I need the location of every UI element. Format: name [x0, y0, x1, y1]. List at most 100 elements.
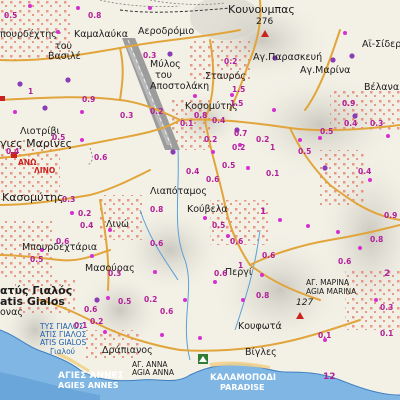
label-aerodromio: Αεροδρόμιο: [138, 26, 195, 37]
distance-label: 0.1: [380, 329, 394, 338]
distance-label: 0.1: [180, 119, 194, 128]
church-icon: [349, 53, 355, 59]
distance-label: 0.2: [256, 135, 270, 144]
distance-label: 0.5: [118, 297, 132, 306]
poi-dot-icon: [374, 298, 378, 302]
distance-label: 0.5: [212, 221, 226, 230]
campsite-icon: [198, 354, 208, 364]
poi-dot-icon: [70, 211, 74, 215]
poi-dot-icon: [272, 108, 276, 112]
distance-label: 0.2: [144, 295, 158, 304]
distance-label: 0.9: [342, 99, 356, 108]
label-agia-marina: AGIA MARINA: [306, 287, 357, 296]
distance-label: 0.3: [108, 269, 122, 278]
label-kasoumitis: Κασομύτης: [2, 191, 64, 204]
beach-label-kalamopodi: ΚΑΛΑΜΟΠΟΔΙ: [210, 373, 277, 383]
church-icon: [65, 77, 71, 83]
poi-dot-icon: [203, 216, 207, 220]
distance-label: 1.5: [232, 85, 246, 94]
poi-dot-icon: [358, 246, 362, 250]
distance-label: 0.6: [84, 305, 98, 314]
label-kouvela: Κούβελα: [187, 204, 228, 215]
poi-dot-icon: [198, 336, 202, 340]
distance-label: 0.5: [4, 11, 18, 20]
label-apostolaki: Αποστολάκη: [150, 81, 210, 92]
poi-dot-icon: [306, 224, 310, 228]
poi-dot-icon: [28, 4, 32, 8]
distance-label: 0.3: [120, 111, 134, 120]
beach-label-agies-annes-latin: AGIES ANNES: [58, 381, 119, 390]
label-velana: Βέλανα: [364, 82, 400, 93]
elevation-127: 127: [296, 298, 314, 308]
label-dramianos: Δράπιανος: [102, 345, 153, 356]
church-icon: [352, 113, 358, 119]
poi-dot-icon: [80, 110, 84, 114]
label-stavros: Σταυρός: [205, 71, 246, 82]
church-icon: [94, 297, 100, 303]
distance-label: 0.7: [234, 129, 248, 138]
poi-dot-icon: [183, 298, 187, 302]
distance-label: 1.5: [230, 99, 244, 108]
distance-label: 0.8: [256, 291, 270, 300]
poi-dot-icon: [246, 166, 250, 170]
distance-label: 0.4: [212, 116, 226, 125]
beach-label-agies-annes: ΑΓΙΕΣ ΑΝΝΕΣ: [58, 371, 124, 381]
distance-label: 0.2: [150, 107, 164, 116]
poi-dot-icon: [193, 94, 197, 98]
label-mylos: Μύλος: [150, 59, 181, 70]
label-ai-sider: Αϊ-Σίδερ: [362, 39, 400, 50]
distance-label: 0.2: [224, 57, 238, 66]
label-lino-2: Λινώ: [106, 219, 129, 230]
label-aliki-gialou: ονας: [0, 307, 23, 318]
distance-label: 0.8: [194, 111, 208, 120]
distance-label: 0.2: [90, 317, 104, 326]
poi-dot-icon: [106, 296, 110, 300]
distance-label: 0.4: [186, 167, 200, 176]
trail-number-2: 2: [384, 269, 391, 279]
distance-label: 1: [238, 261, 244, 270]
distance-label: 0.3: [370, 119, 384, 128]
distance-label: 0.6: [338, 257, 352, 266]
poi-dot-icon: [260, 273, 264, 277]
label-poyrdechtis: πουρδέχτης: [0, 29, 57, 40]
distance-label: 0.8: [150, 205, 164, 214]
church-icon: [322, 165, 328, 171]
distance-label: 0.3: [62, 195, 76, 204]
church-icon: [170, 149, 176, 155]
elevation-kounoumpas: 276: [256, 17, 274, 27]
distance-label: 1: [28, 87, 34, 96]
label-ag-marina-center: ΑΓ. ΜΑΡΙΝΑ: [306, 278, 350, 287]
sea-label-gialos: ATIS GIALOS: [40, 338, 87, 347]
distance-label: 0.4: [80, 221, 94, 230]
church-icon: [17, 81, 23, 87]
poi-dot-icon: [13, 110, 17, 114]
church-icon: [330, 57, 336, 63]
poi-dot-icon: [211, 150, 215, 154]
distance-label: 0.2: [204, 135, 218, 144]
distance-label: 0.2: [78, 209, 92, 218]
distance-label: 0.9: [82, 95, 96, 104]
label-ag-marina-north: Αγ.Μαρίνα: [300, 65, 351, 76]
poi-dot-icon: [343, 31, 347, 35]
distance-label: 0.6: [160, 307, 174, 316]
label-atis-gialos: atis Gialos: [0, 295, 65, 308]
distance-label: 0.4: [6, 147, 20, 156]
distance-label: 0.2: [232, 143, 246, 152]
distance-label: 0.3: [143, 51, 157, 60]
label-vigles: Βίγλες: [245, 347, 277, 358]
poi-dot-icon: [80, 138, 84, 142]
distance-label: 0.6: [262, 251, 276, 260]
label-lino: ΛΙΝΟ: [34, 166, 56, 175]
distance-label: 0.6: [94, 153, 108, 162]
distance-label: 0.4: [344, 119, 358, 128]
poi-dot-icon: [90, 254, 94, 258]
map-canvas[interactable]: Κουνουμπας 276 πουρδέχτης Καμαλαύκα Αερο…: [0, 0, 400, 400]
poi-dot-icon: [76, 6, 80, 10]
distance-label: 0.4: [358, 167, 372, 176]
trail-number-12: 12: [323, 372, 336, 382]
distance-label: 0.6: [56, 237, 70, 246]
label-kounoumpas: Κουνουμπας: [228, 3, 295, 16]
village-square-icon: [0, 96, 5, 101]
beach-label-paradise: PARADISE: [220, 383, 265, 392]
distance-label: 0.3: [380, 303, 394, 312]
